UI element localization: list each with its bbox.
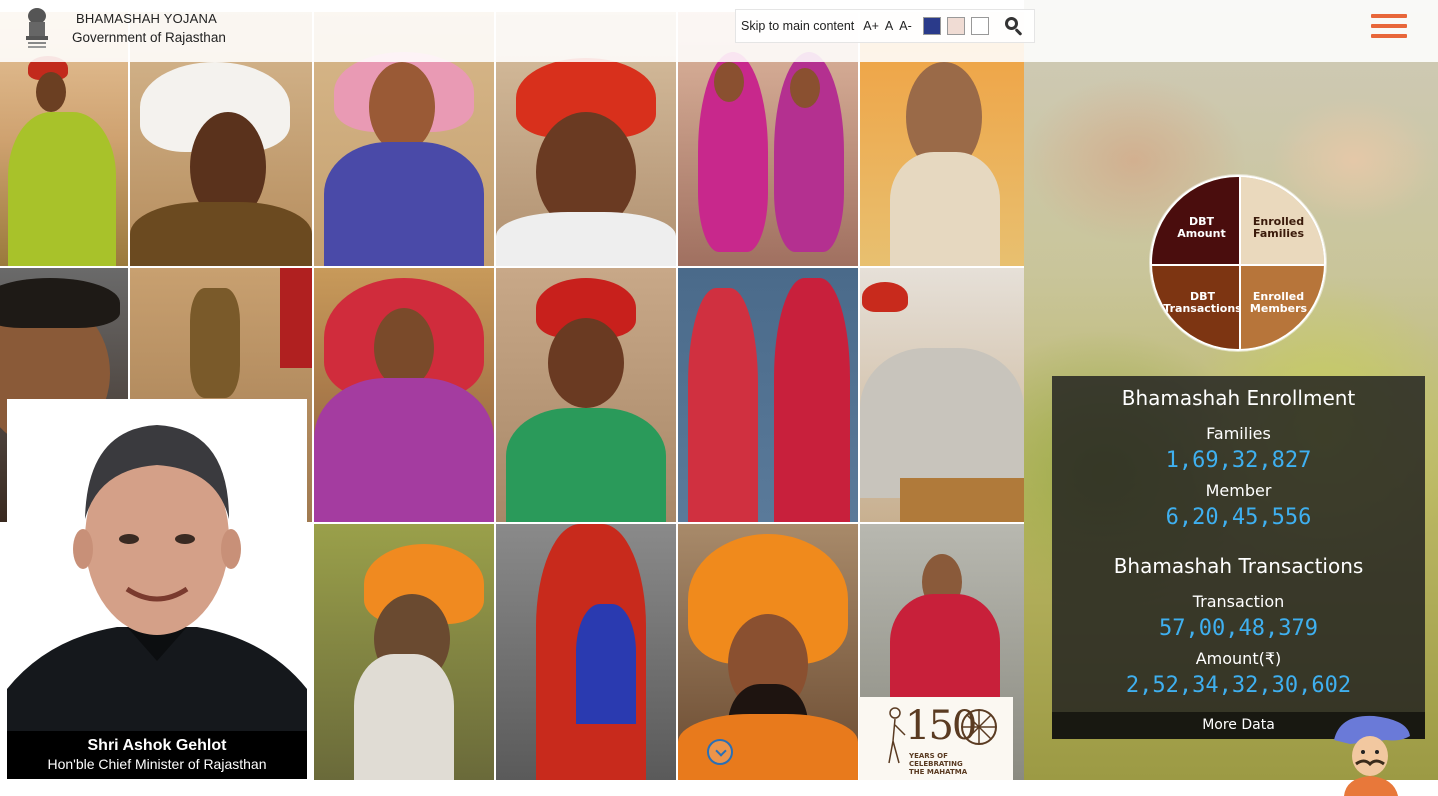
font-decrease-button[interactable]: A- — [899, 19, 912, 33]
pie-dbt-amount-label: DBT Amount — [1177, 214, 1226, 240]
families-value: 1,69,32,827 — [1165, 448, 1312, 473]
site-header: BHAMASHAH YOJANA Government of Rajasthan… — [0, 0, 1438, 62]
badge-text: YEARS OF CELEBRATING THE MAHATMA — [909, 752, 968, 776]
pie-enrolled-families-label: Enrolled Families — [1252, 214, 1305, 240]
font-normal-button[interactable]: A — [885, 19, 893, 33]
hamburger-menu-icon[interactable] — [1371, 14, 1407, 40]
mosaic-photo — [860, 268, 1024, 522]
mosaic-photo — [496, 268, 676, 522]
pie-enrolled-members[interactable]: Enrolled Members — [1241, 266, 1324, 349]
charkha-wheel-icon — [961, 709, 997, 745]
pie-enrolled-members-label: Enrolled Members — [1249, 289, 1308, 315]
mascot-icon[interactable] — [1330, 712, 1412, 796]
pie-dbt-transactions-label: DBT Transactions — [1163, 289, 1242, 315]
member-value: 6,20,45,556 — [1165, 505, 1312, 530]
chief-minister-caption: Shri Ashok Gehlot Hon'ble Chief Minister… — [7, 731, 307, 779]
state-emblem-icon — [26, 8, 48, 48]
transaction-value: 57,00,48,379 — [1159, 616, 1318, 641]
pie-dbt-transactions[interactable]: DBT Transactions — [1152, 266, 1242, 349]
scroll-down-icon[interactable] — [707, 739, 733, 765]
member-label: Member — [1205, 481, 1272, 500]
families-label: Families — [1206, 424, 1271, 443]
enrollment-heading: Bhamashah Enrollment — [1121, 386, 1356, 410]
skip-to-main-link[interactable]: Skip to main content — [741, 19, 854, 33]
pie-enrolled-families[interactable]: Enrolled Families — [1241, 177, 1324, 264]
chief-minister-photo — [7, 399, 307, 731]
brand-title: BHAMASHAH YOJANA — [76, 11, 217, 26]
amount-value: 2,52,34,32,30,602 — [1125, 673, 1352, 698]
chief-minister-title: Hon'ble Chief Minister of Rajasthan — [47, 756, 267, 772]
chief-minister-card: Shri Ashok Gehlot Hon'ble Chief Minister… — [7, 399, 307, 779]
mosaic-photo — [678, 268, 858, 522]
transactions-heading: Bhamashah Transactions — [1113, 554, 1364, 578]
mosaic-photo — [496, 524, 676, 780]
stats-panel: Bhamashah Enrollment Families 1,69,32,82… — [1052, 376, 1425, 739]
mosaic-photo — [314, 268, 494, 522]
transaction-label: Transaction — [1192, 592, 1285, 611]
font-increase-button[interactable]: A+ — [863, 19, 879, 33]
pie-dbt-amount[interactable]: DBT Amount — [1152, 177, 1239, 264]
accessibility-bar: Skip to main content A+ A A- — [735, 9, 1035, 43]
theme-light-swatch[interactable] — [946, 17, 965, 35]
brand-subtitle: Government of Rajasthan — [72, 30, 226, 45]
gandhi-150-badge[interactable]: 150 YEARS OF CELEBRATING THE MAHATMA — [859, 697, 1013, 780]
theme-dark-swatch[interactable] — [922, 17, 941, 35]
theme-white-swatch[interactable] — [970, 17, 989, 35]
chief-minister-name: Shri Ashok Gehlot — [87, 737, 227, 754]
page: BHAMASHAH YOJANA Government of Rajasthan… — [0, 0, 1438, 796]
mosaic-photo — [314, 524, 494, 780]
amount-label: Amount(₹) — [1195, 649, 1282, 668]
stats-pie-menu: DBT Amount Enrolled Families DBT Transac… — [1150, 175, 1326, 351]
search-icon[interactable] — [1003, 15, 1025, 37]
mosaic-photo — [678, 524, 858, 780]
